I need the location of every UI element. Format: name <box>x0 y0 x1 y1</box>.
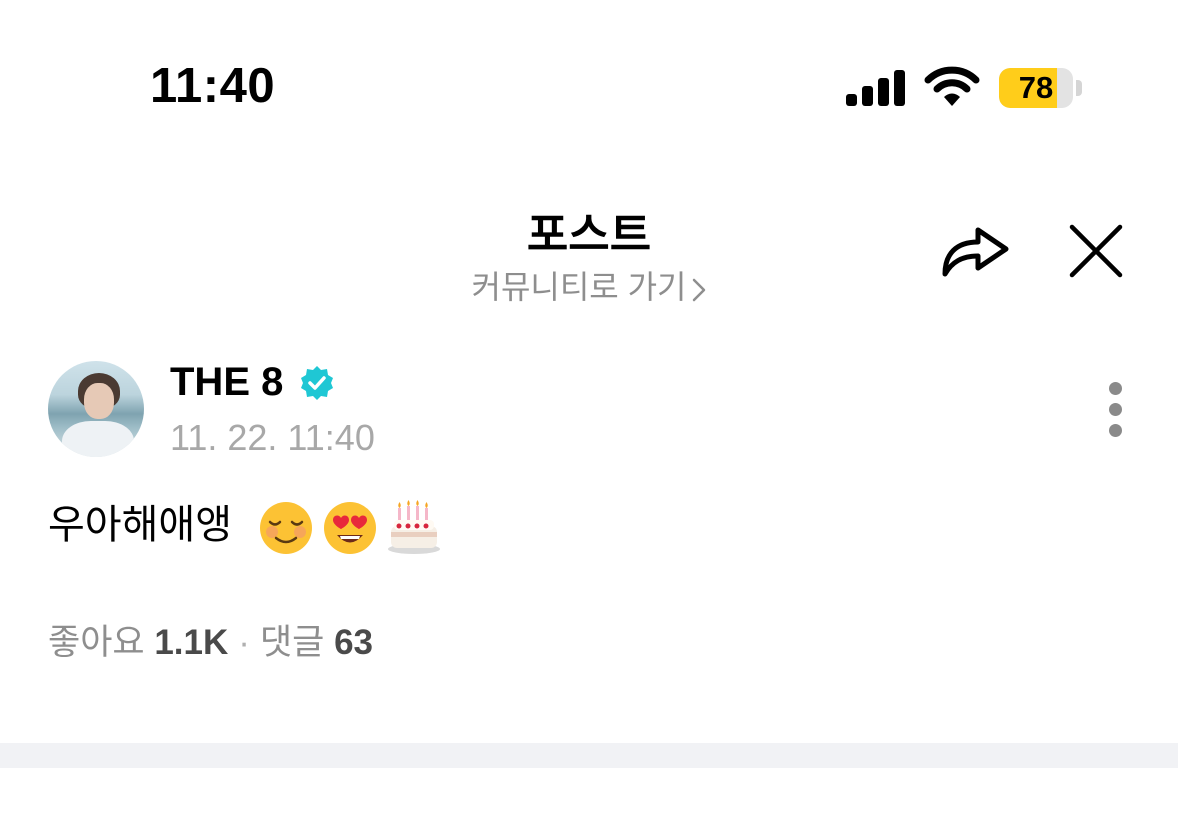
verified-badge-icon <box>301 366 333 400</box>
share-arrow-icon <box>942 227 1009 277</box>
close-button[interactable] <box>1066 221 1126 281</box>
battery-cap <box>1076 80 1082 96</box>
status-time: 11:40 <box>150 59 276 113</box>
chevron-right-icon <box>693 278 706 301</box>
avatar[interactable] <box>48 361 144 457</box>
likes-label: 좋아요 <box>48 623 145 662</box>
more-options-button[interactable] <box>1100 380 1130 440</box>
comments-label: 댓글 <box>259 623 325 662</box>
wifi-icon <box>924 66 980 106</box>
post-stats: 좋아요 1.1K · 댓글 63 <box>48 614 373 665</box>
post-date: 11. 22. 11:40 <box>170 417 375 458</box>
community-link-label: 커뮤니티로 가기 <box>471 269 687 305</box>
stats-separator: · <box>238 623 250 662</box>
likes-count[interactable]: 1.1K <box>154 623 228 662</box>
section-divider <box>0 743 1178 768</box>
heart-eyes-icon <box>324 502 376 554</box>
smiling-face-icon <box>260 502 312 554</box>
comments-count[interactable]: 63 <box>334 623 373 662</box>
share-button[interactable] <box>938 218 1012 282</box>
cellular-signal-icon <box>846 70 905 106</box>
battery-level-text: 78 <box>1018 70 1054 105</box>
post-text: 우아해애앵 <box>48 503 232 547</box>
birthday-cake-icon <box>388 500 440 554</box>
author-name[interactable]: THE 8 <box>170 360 283 405</box>
battery-indicator: 78 <box>999 68 1073 108</box>
close-icon <box>1069 224 1123 278</box>
